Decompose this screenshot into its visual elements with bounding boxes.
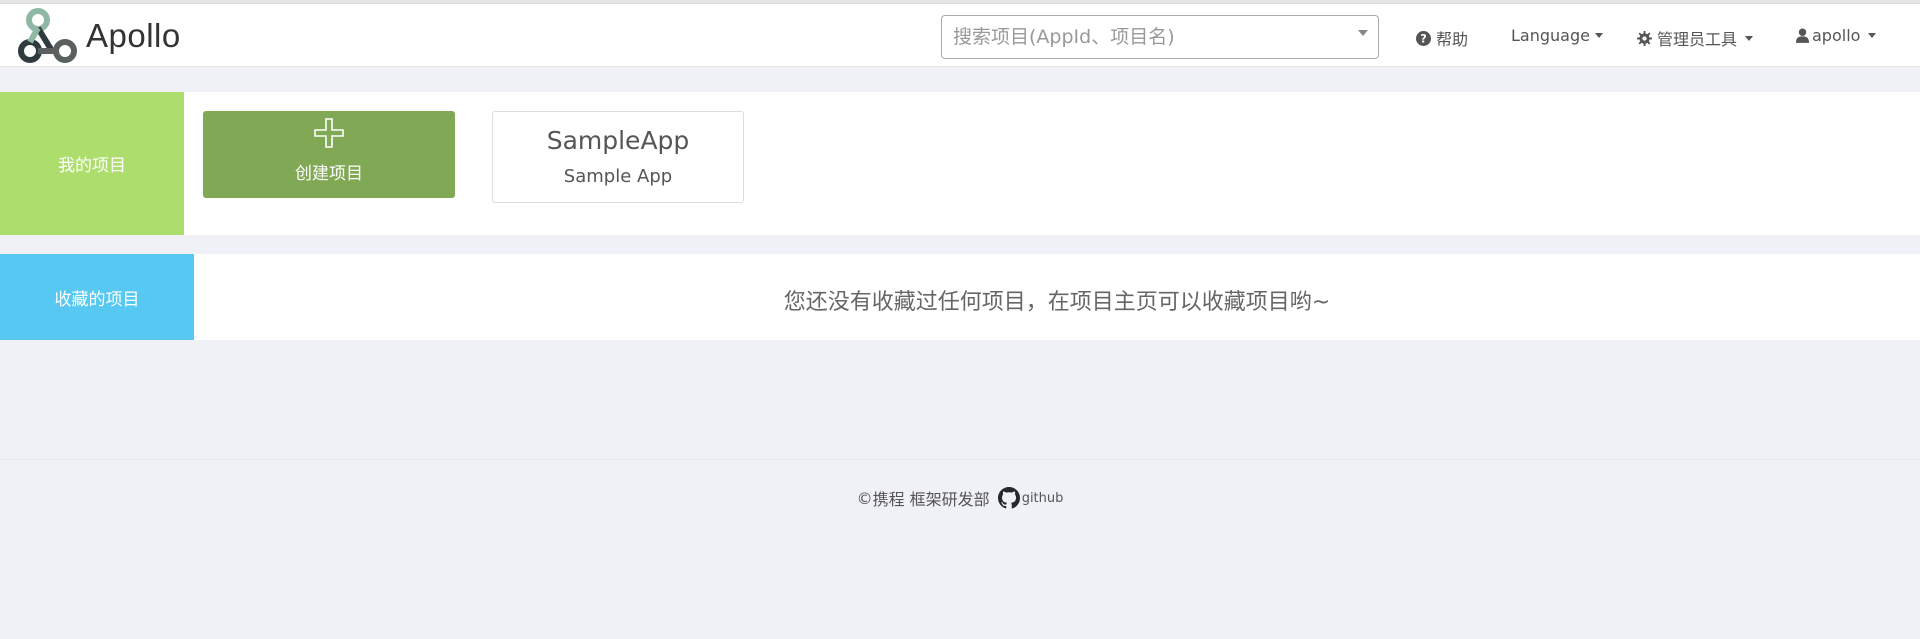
caret-down-icon	[1745, 35, 1754, 41]
language-dropdown[interactable]: Language	[1511, 26, 1603, 45]
admin-tools-label: 管理员工具	[1657, 30, 1738, 49]
favorites-section: 收藏的项目 您还没有收藏过任何项目，在项目主页可以收藏项目哟~	[0, 254, 1920, 340]
search-select[interactable]	[941, 15, 1379, 59]
create-project-label: 创建项目	[295, 164, 363, 184]
brand-name: Apollo	[86, 17, 181, 54]
footer-divider	[0, 459, 1920, 460]
question-circle-icon: ?	[1416, 30, 1431, 46]
apollo-logo-icon	[18, 8, 77, 63]
app-card-sampleapp[interactable]: SampleApp Sample App	[492, 111, 744, 203]
plus-icon	[314, 118, 344, 148]
github-label: github	[1021, 490, 1064, 506]
caret-down-icon	[1594, 33, 1603, 38]
user-label: apollo	[1812, 26, 1861, 45]
navbar: Apollo ? 帮助 Language 管理员工具	[0, 4, 1920, 67]
app-name: Sample App	[563, 166, 673, 187]
favorites-label: 收藏的项目	[0, 254, 194, 340]
user-icon	[1796, 28, 1809, 43]
user-dropdown[interactable]: apollo	[1796, 26, 1877, 45]
create-project-button[interactable]: 创建项目	[203, 111, 455, 198]
gear-icon	[1637, 30, 1652, 46]
language-label: Language	[1511, 26, 1590, 45]
app-id: SampleApp	[546, 126, 690, 155]
my-projects-label: 我的项目	[0, 92, 184, 235]
help-label: 帮助	[1436, 30, 1469, 49]
copyright-symbol: ©	[856, 488, 873, 508]
svg-text:?: ?	[1420, 32, 1427, 45]
logo[interactable]: Apollo	[18, 8, 181, 64]
help-link[interactable]: ? 帮助	[1416, 26, 1468, 50]
github-icon	[997, 487, 1020, 509]
footer-company: 携程 框架研发部	[872, 490, 990, 509]
footer: © 携程 框架研发部 github	[0, 486, 1920, 510]
chevron-down-icon[interactable]	[1358, 30, 1368, 36]
favorites-empty-message: 您还没有收藏过任何项目，在项目主页可以收藏项目哟~	[783, 290, 1331, 315]
my-projects-section: 我的项目 创建项目 SampleApp Sample App	[0, 92, 1920, 235]
search-input[interactable]	[942, 16, 1342, 58]
github-link[interactable]: github	[997, 487, 1064, 509]
caret-down-icon	[1868, 33, 1877, 38]
admin-tools-dropdown[interactable]: 管理员工具	[1637, 26, 1754, 50]
